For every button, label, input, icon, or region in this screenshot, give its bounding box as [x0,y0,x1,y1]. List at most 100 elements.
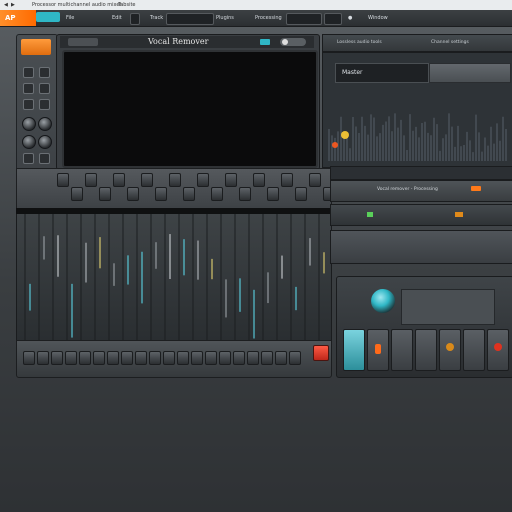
level-led [367,212,373,217]
channel-slot-5[interactable] [439,329,461,371]
record-icon[interactable]: ● [348,13,352,23]
tempo-display[interactable] [324,13,342,25]
strip-button[interactable] [113,173,125,187]
mixer-button[interactable] [205,351,217,365]
strip-button[interactable] [155,187,167,201]
mixer-button[interactable] [233,351,245,365]
solo-button[interactable] [23,153,34,164]
mode-button-5[interactable] [23,99,34,110]
right-header-label-1: Lossless audio tools [337,40,382,45]
transport-strip [16,168,335,210]
level-strip [330,204,512,226]
processing-label: Vocal remover - Processing [377,187,438,192]
mode-button-1[interactable] [23,67,34,78]
mixer-button[interactable] [191,351,203,365]
strip-button[interactable] [57,173,69,187]
gain-knob[interactable] [22,117,36,131]
edit-dropdown-icon[interactable] [130,13,140,25]
eq-strip[interactable] [330,230,512,264]
power-indicator[interactable] [260,39,270,45]
mixer-button[interactable] [79,351,91,365]
strip-button[interactable] [183,187,195,201]
mixer-button[interactable] [51,351,63,365]
right-header: Lossless audio tools Channel settings [322,34,512,52]
mixer-button[interactable] [37,351,49,365]
logo-text: AP [5,14,16,22]
strip-button[interactable] [85,173,97,187]
mixer-button[interactable] [163,351,175,365]
input-knob[interactable] [371,289,395,313]
mixer-button[interactable] [289,351,301,365]
menu-file[interactable]: File [66,13,74,23]
record-arm-button[interactable] [313,345,329,361]
mixer-controls [16,340,332,378]
mixer-button[interactable] [219,351,231,365]
waveform-display[interactable] [62,50,318,168]
q-knob[interactable] [38,135,52,149]
spectrum-graph [328,113,507,161]
mode-button-3[interactable] [23,83,34,94]
strip-button[interactable] [309,173,321,187]
mixer-button[interactable] [93,351,105,365]
strip-button[interactable] [71,187,83,201]
strip-button[interactable] [267,187,279,201]
strip-button[interactable] [127,187,139,201]
nav-forward-icon[interactable]: ▶ [11,0,15,10]
menu-edit[interactable]: Edit [112,13,122,23]
spectrum-panel[interactable]: Master [322,52,512,168]
clip-led [455,212,463,217]
pan-knob[interactable] [38,117,52,131]
mixer-button[interactable] [121,351,133,365]
strip-button[interactable] [239,187,251,201]
menu-window[interactable]: Window [368,13,388,23]
channel-slot-4[interactable] [415,329,437,371]
menu-processing[interactable]: Processing [255,13,282,23]
nav-back-icon[interactable]: ◀ [4,0,8,10]
tab-extra[interactable]: Tabsite [118,0,136,10]
bypass-toggle[interactable] [280,38,306,46]
mixer-button[interactable] [261,351,273,365]
mode-button-6[interactable] [39,99,50,110]
strip-button[interactable] [295,187,307,201]
mixer-button[interactable] [135,351,147,365]
channel-slot-3[interactable] [391,329,413,371]
strip-button[interactable] [99,187,111,201]
plugin-title: Vocal Remover [148,37,209,46]
mixer-button[interactable] [107,351,119,365]
mode-button-4[interactable] [39,83,50,94]
strip-button[interactable] [169,173,181,187]
mixer-button[interactable] [149,351,161,365]
channel-module [336,276,512,378]
strip-button[interactable] [253,173,265,187]
mixer-button[interactable] [65,351,77,365]
mixer-button[interactable] [177,351,189,365]
mode-button-2[interactable] [39,67,50,78]
cpu-meter [36,12,60,22]
mixer-channels [16,214,332,340]
preset-selector[interactable] [68,38,98,46]
menu-plugins[interactable]: Plugins [216,13,234,23]
menu-track[interactable]: Track [150,13,163,23]
mute-button[interactable] [39,153,50,164]
waveform-graph [64,54,316,150]
mixer-button[interactable] [275,351,287,365]
strip-button[interactable] [197,173,209,187]
strip-button[interactable] [225,173,237,187]
channel-slot-7[interactable] [487,329,509,371]
tab-title[interactable]: Processor multichannel audio mixer [32,0,121,10]
menu-bar: File Edit Track Plugins Processing ● Win… [0,10,512,27]
channel-slot-1[interactable] [343,329,365,371]
strip-button[interactable] [211,187,223,201]
preset-button[interactable] [21,39,51,55]
mixer-button[interactable] [23,351,35,365]
channel-slot-2[interactable] [367,329,389,371]
module-screen [401,289,495,325]
channel-slot-6[interactable] [463,329,485,371]
search-input[interactable] [166,13,214,25]
freq-knob[interactable] [22,135,36,149]
strip-button[interactable] [281,173,293,187]
mixer-button[interactable] [247,351,259,365]
strip-button[interactable] [141,173,153,187]
transport-display [286,13,322,25]
plugin-title-bar: Vocal Remover [60,36,314,48]
